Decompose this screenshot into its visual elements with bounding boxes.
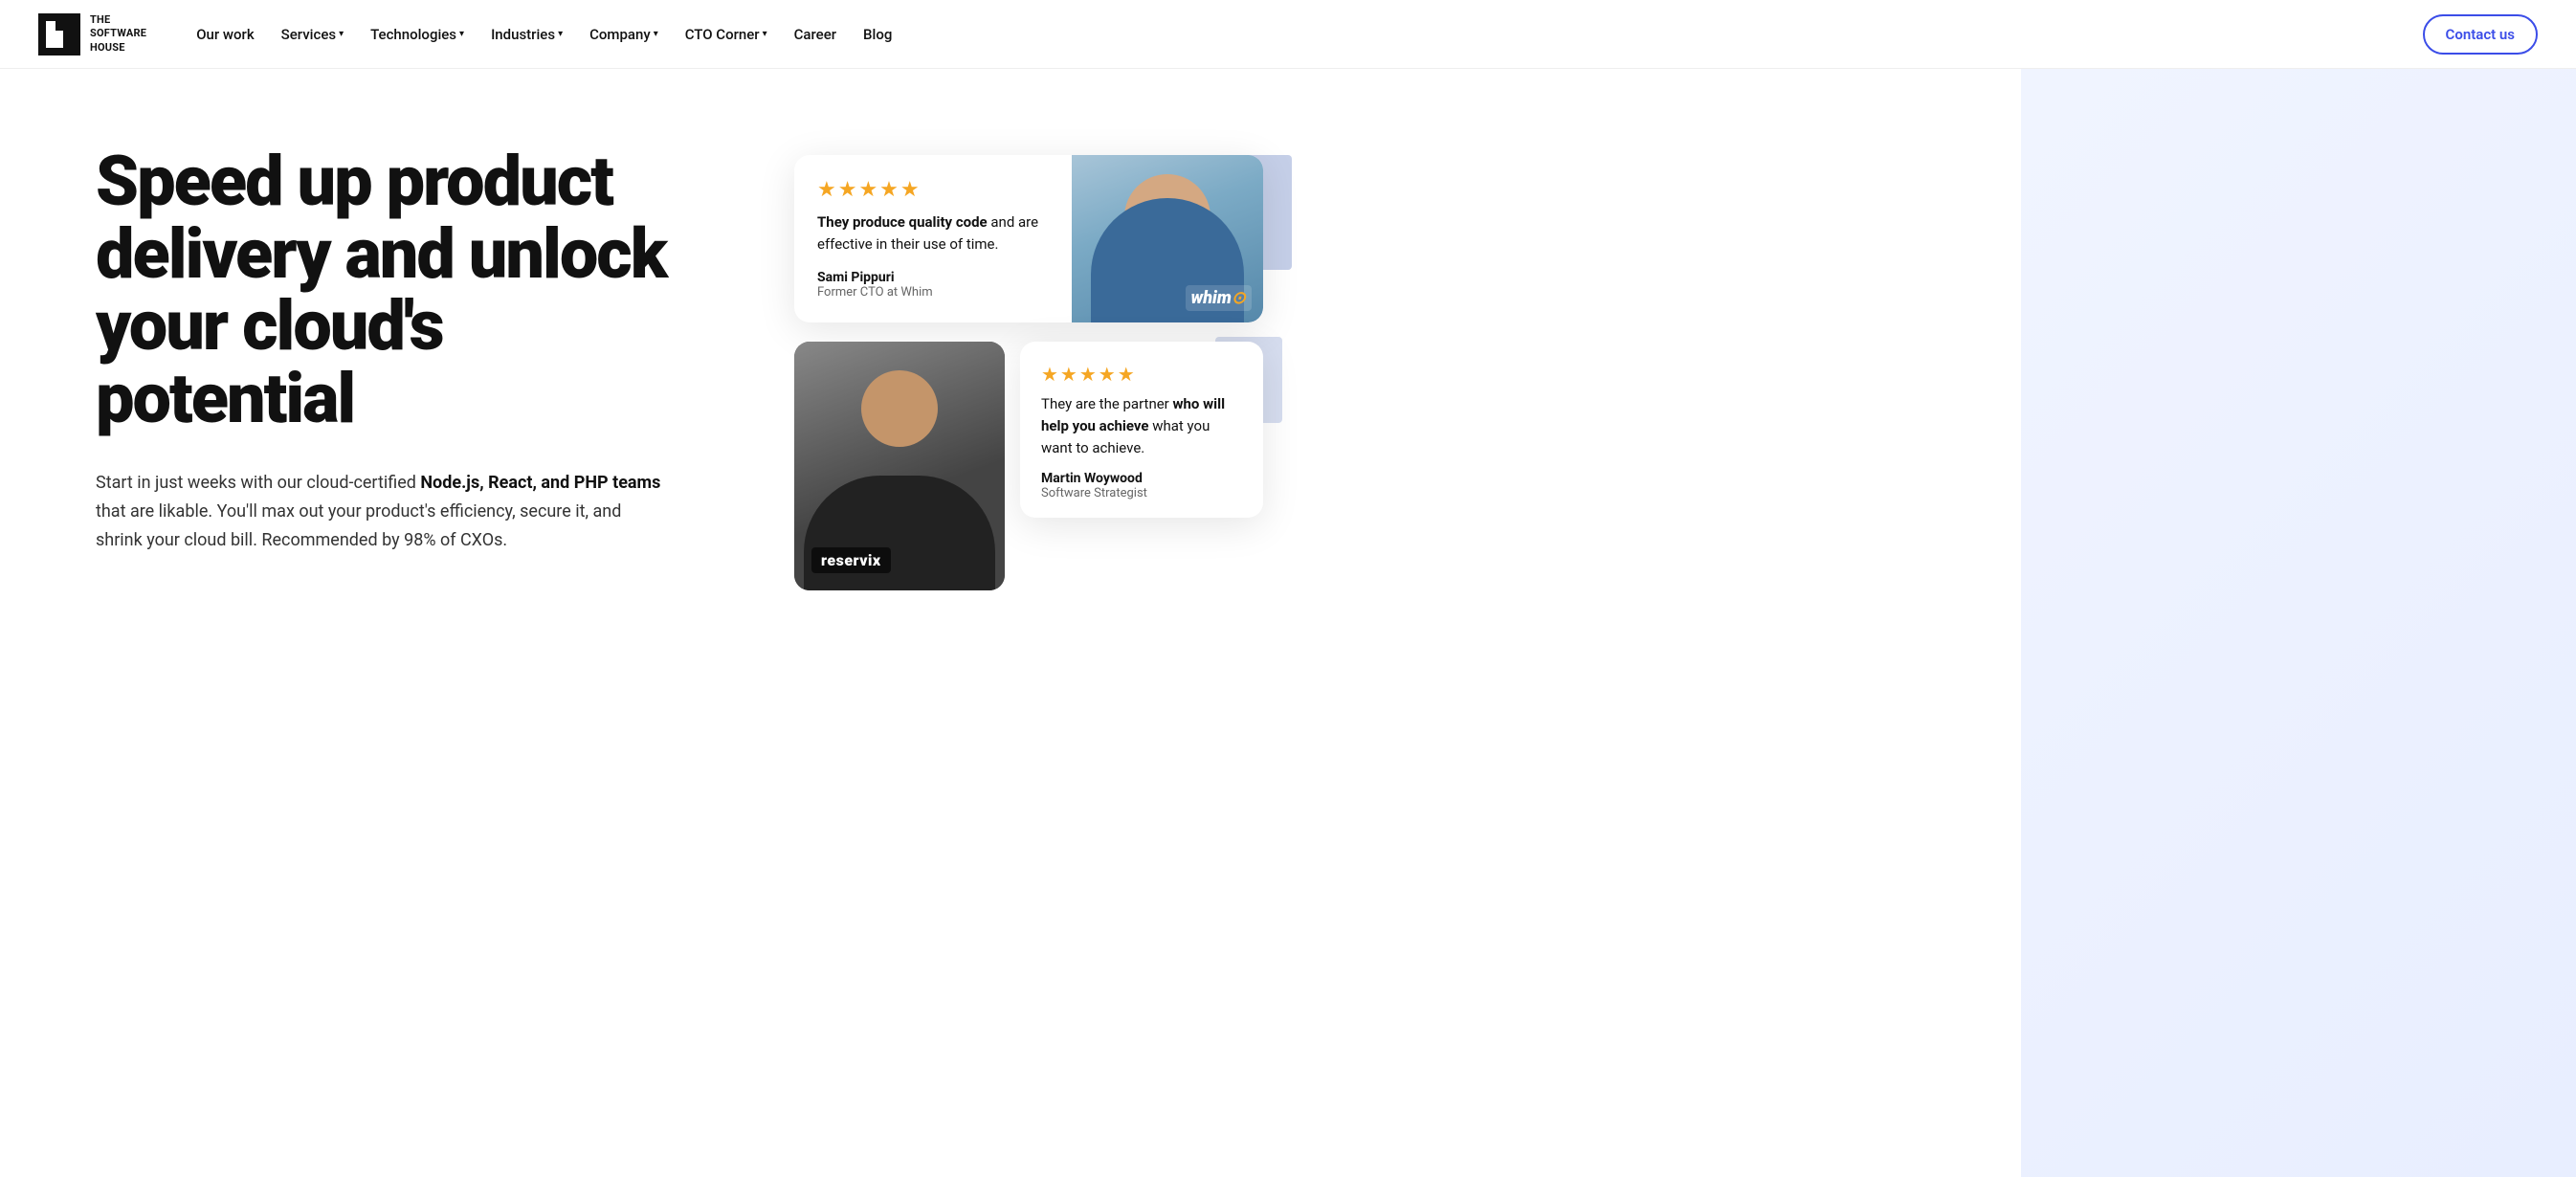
hero-left: Speed up product delivery and unlock you…: [96, 145, 766, 554]
nav-item-career[interactable]: Career: [783, 18, 848, 51]
testimonial-role-bottom: Software Strategist: [1041, 486, 1242, 500]
nav-item-industries[interactable]: Industries ▾: [479, 18, 574, 51]
testimonial-author-top: Sami Pippuri: [817, 270, 1049, 285]
testimonial-quote-bottom: They are the partner who will help you a…: [1041, 393, 1242, 460]
chevron-down-icon: ▾: [654, 29, 658, 39]
star-rating-bottom: ★★★★★: [1041, 363, 1242, 386]
whim-logo-badge: whim⊙: [1186, 285, 1252, 311]
hero-section: Speed up product delivery and unlock you…: [0, 69, 2576, 1177]
hero-right: ★★★★★ They produce quality code and are …: [766, 145, 1263, 590]
testimonial-role-top: Former CTO at Whim: [817, 285, 1049, 300]
chevron-down-icon: ▾: [763, 29, 767, 39]
testimonial-card-bottom: ★★★★★ They are the partner who will help…: [1020, 342, 1263, 519]
navbar: THE SOFTWARE HOUSE Our work Services ▾ T…: [0, 0, 2576, 69]
testimonial-card-top: ★★★★★ They produce quality code and are …: [794, 155, 1263, 322]
star-rating-top: ★★★★★: [817, 178, 1049, 202]
testimonial-quote-top: They produce quality code and are effect…: [817, 211, 1049, 256]
testimonial-bottom-row: reservix ★★★★★ They are the partner who …: [794, 342, 1263, 590]
reservix-logo-badge: reservix: [811, 547, 891, 573]
chevron-down-icon: ▾: [558, 29, 563, 39]
logo-text: THE SOFTWARE HOUSE: [90, 13, 146, 55]
nav-item-services[interactable]: Services ▾: [270, 18, 355, 51]
chevron-down-icon: ▾: [459, 29, 464, 39]
nav-item-our-work[interactable]: Our work: [185, 18, 265, 51]
logo-icon: [38, 13, 80, 56]
testimonial-top-text: ★★★★★ They produce quality code and are …: [794, 155, 1072, 322]
logo[interactable]: THE SOFTWARE HOUSE: [38, 13, 146, 56]
hero-title: Speed up product delivery and unlock you…: [96, 145, 708, 434]
hero-description: Start in just weeks with our cloud-certi…: [96, 469, 670, 554]
nav-items: Our work Services ▾ Technologies ▾ Indus…: [185, 18, 2422, 51]
nav-item-technologies[interactable]: Technologies ▾: [359, 18, 476, 51]
person-photo-martin: reservix: [794, 342, 1005, 590]
nav-item-company[interactable]: Company ▾: [578, 18, 670, 51]
contact-us-button[interactable]: Contact us: [2423, 14, 2538, 55]
nav-item-blog[interactable]: Blog: [852, 18, 903, 51]
person-photo-sami: whim⊙: [1072, 155, 1263, 322]
testimonial-author-bottom: Martin Woywood: [1041, 471, 1242, 486]
nav-item-cto-corner[interactable]: CTO Corner ▾: [674, 18, 779, 51]
chevron-down-icon: ▾: [339, 29, 344, 39]
